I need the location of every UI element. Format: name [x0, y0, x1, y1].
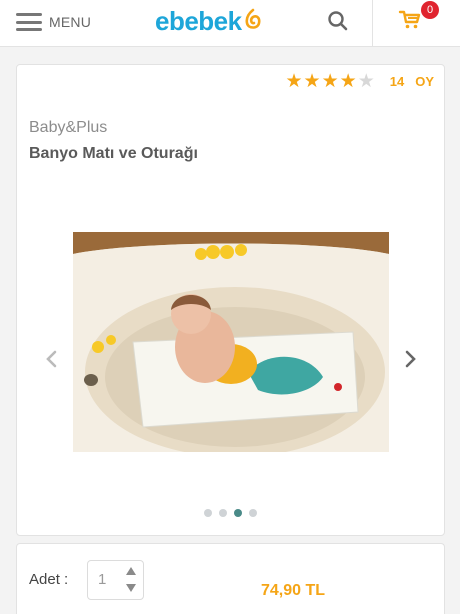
- gallery-prev-button[interactable]: [37, 344, 67, 374]
- product-image[interactable]: [73, 232, 389, 452]
- menu-button[interactable]: MENU: [16, 8, 91, 36]
- quantity-label: Adet :: [29, 571, 69, 588]
- product-rating[interactable]: ★ ★ ★ ★ ★ 14 OY: [286, 72, 435, 91]
- ebebek-logo[interactable]: ebebek: [155, 4, 262, 38]
- star-filled-icon: ★: [339, 71, 357, 92]
- hamburger-icon: [16, 13, 42, 31]
- purchase-panel: Adet : 1 74,90 TL: [16, 543, 445, 614]
- gallery-dot[interactable]: [219, 509, 227, 517]
- chevron-left-icon: [46, 350, 57, 368]
- bath-mat-photo: [73, 232, 389, 452]
- review-count: 14: [389, 74, 405, 89]
- logo-mark-icon: [245, 8, 261, 29]
- triangle-up-icon[interactable]: [125, 565, 137, 577]
- gallery-pagination: [204, 509, 264, 517]
- product-price: 74,90 TL: [261, 582, 326, 599]
- product-brand[interactable]: Baby&Plus: [29, 119, 107, 137]
- header-divider: [372, 0, 373, 46]
- rating-stars: ★ ★ ★ ★ ★: [286, 72, 376, 91]
- star-filled-icon: ★: [285, 71, 303, 92]
- logo-text: ebebek: [155, 5, 242, 36]
- triangle-down-icon[interactable]: [125, 582, 137, 594]
- gallery-next-button[interactable]: [395, 344, 425, 374]
- product-card: ★ ★ ★ ★ ★ 14 OY Baby&Plus Banyo Matı ve Otur…: [16, 64, 445, 536]
- gallery-dot[interactable]: [249, 509, 257, 517]
- gallery-dot[interactable]: [204, 509, 212, 517]
- top-header: MENU ebebek 0: [0, 0, 460, 47]
- quantity-stepper[interactable]: 1: [87, 560, 144, 600]
- chevron-right-icon: [405, 350, 416, 368]
- quantity-value[interactable]: 1: [98, 571, 106, 588]
- product-title: Banyo Matı ve Oturağı: [29, 145, 198, 162]
- search-button[interactable]: [323, 6, 353, 36]
- review-label: OY: [415, 74, 434, 89]
- menu-label: MENU: [49, 14, 92, 30]
- star-filled-icon: ★: [321, 71, 339, 92]
- gallery-dot[interactable]: [234, 509, 242, 517]
- cart-icon: [398, 10, 421, 29]
- star-filled-icon: ★: [303, 71, 321, 92]
- search-icon: [328, 11, 348, 31]
- cart-count-badge: 0: [421, 1, 439, 19]
- star-empty-icon: ★: [357, 71, 375, 92]
